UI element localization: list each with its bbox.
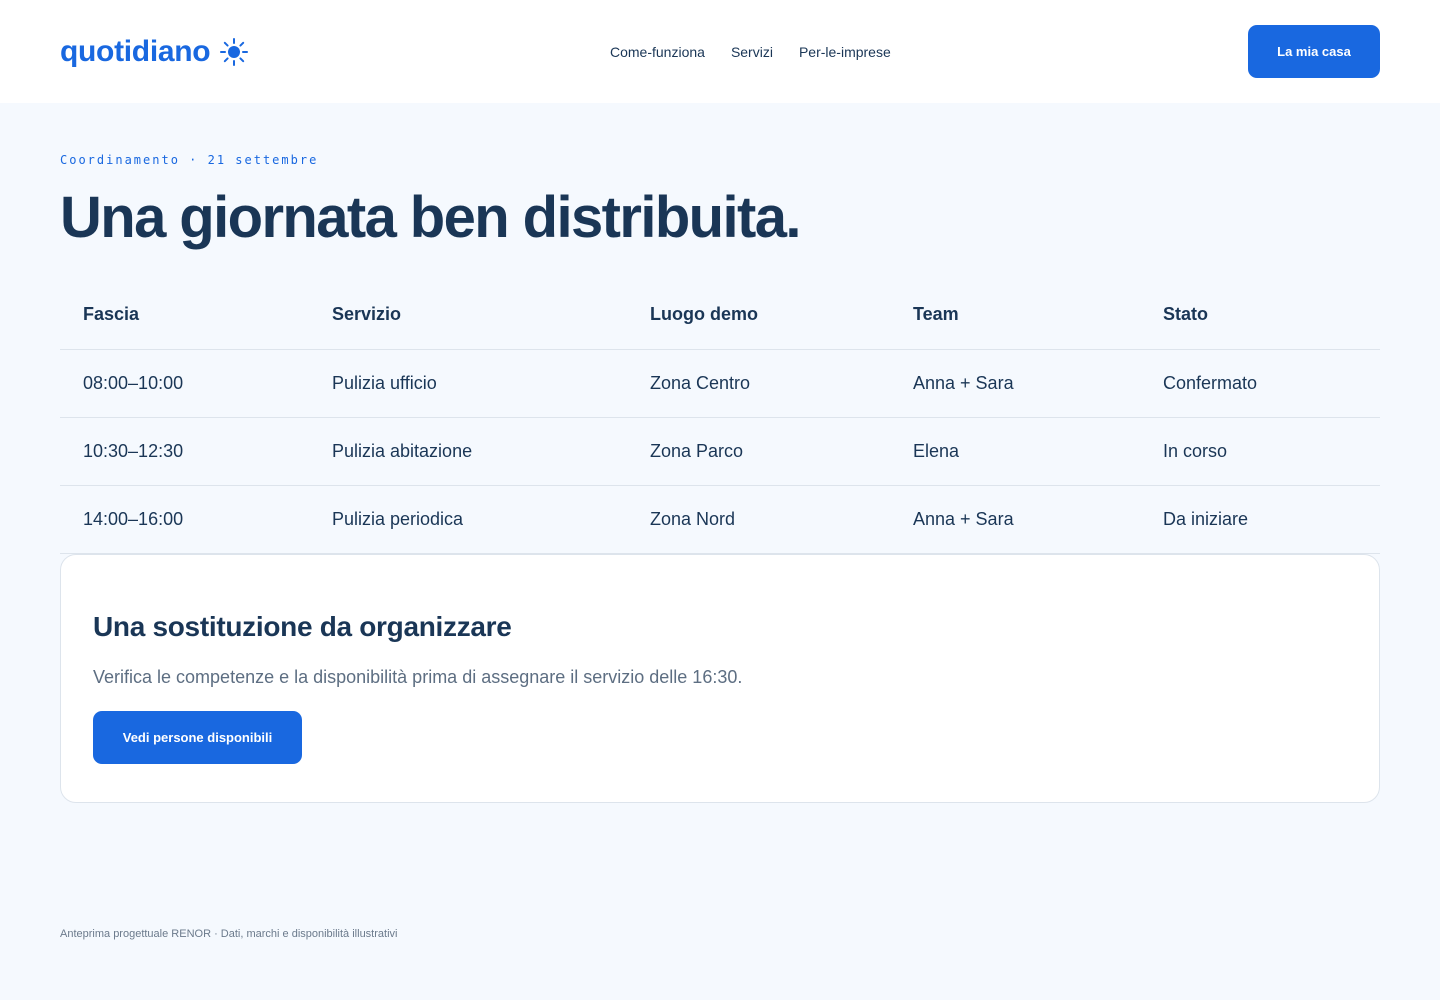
column-header-luogo: Luogo demo: [627, 281, 890, 350]
cell-stato: Da iniziare: [1140, 485, 1380, 554]
page-title: Una giornata ben distribuita.: [60, 185, 801, 250]
schedule-table: Fascia Servizio Luogo demo Team Stato 08…: [60, 281, 1380, 554]
sun-icon: [220, 37, 249, 66]
cell-stato: Confermato: [1140, 349, 1380, 418]
eyebrow-label: Coordinamento · 21 settembre: [60, 153, 319, 167]
main-content: Coordinamento · 21 settembre Una giornat…: [0, 153, 1440, 803]
table-header-row: Fascia Servizio Luogo demo Team Stato: [60, 281, 1380, 350]
substitution-card: Una sostituzione da organizzare Verifica…: [60, 553, 1380, 803]
main-nav: Come-funziona Servizi Per-le-imprese: [610, 0, 891, 103]
column-header-servizio: Servizio: [309, 281, 627, 350]
cell-fascia: 10:30–12:30: [60, 417, 309, 486]
card-title: Una sostituzione da organizzare: [93, 610, 512, 642]
cell-servizio: Pulizia ufficio: [309, 349, 627, 418]
column-header-team: Team: [890, 281, 1140, 350]
table-row: 10:30–12:30 Pulizia abitazione Zona Parc…: [60, 417, 1380, 486]
cell-stato: In corso: [1140, 417, 1380, 486]
card-description: Verifica le competenze e la disponibilit…: [93, 666, 743, 687]
nav-per-le-imprese[interactable]: Per-le-imprese: [799, 44, 891, 60]
cell-fascia: 14:00–16:00: [60, 485, 309, 554]
cell-team: Anna + Sara: [890, 349, 1140, 418]
cell-servizio: Pulizia abitazione: [309, 417, 627, 486]
cell-fascia: 08:00–10:00: [60, 349, 309, 418]
footer-note: Anteprima progettuale RENOR · Dati, marc…: [60, 928, 398, 940]
cell-team: Anna + Sara: [890, 485, 1140, 554]
cell-luogo: Zona Nord: [627, 485, 890, 554]
cell-luogo: Zona Parco: [627, 417, 890, 486]
la-mia-casa-button[interactable]: La mia casa: [1248, 25, 1380, 78]
table-row: 14:00–16:00 Pulizia periodica Zona Nord …: [60, 485, 1380, 554]
column-header-fascia: Fascia: [60, 281, 309, 350]
cell-team: Elena: [890, 417, 1140, 486]
cell-servizio: Pulizia periodica: [309, 485, 627, 554]
table-row: 08:00–10:00 Pulizia ufficio Zona Centro …: [60, 349, 1380, 418]
vedi-persone-disponibili-button[interactable]: Vedi persone disponibili: [93, 710, 302, 764]
cell-luogo: Zona Centro: [627, 349, 890, 418]
nav-come-funziona[interactable]: Come-funziona: [610, 44, 705, 60]
column-header-stato: Stato: [1140, 281, 1380, 350]
nav-servizi[interactable]: Servizi: [731, 44, 773, 60]
brand-logo[interactable]: quotidiano: [60, 34, 249, 69]
brand-name: quotidiano: [60, 34, 211, 68]
site-header: quotidiano Come-funziona Servizi Per-le-…: [0, 0, 1440, 103]
